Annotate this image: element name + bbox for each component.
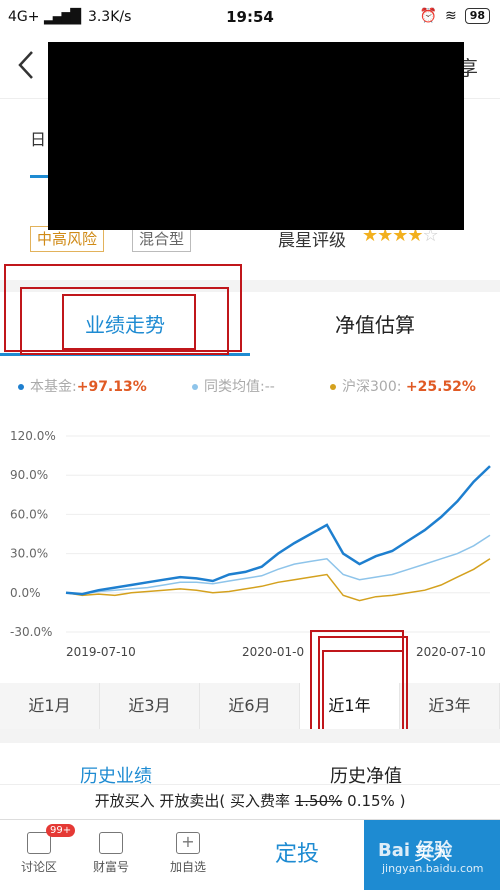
legend-dot-icon bbox=[18, 384, 24, 390]
top-tab-partial[interactable]: 日 bbox=[30, 126, 46, 150]
x-tick-label: 2019-07-10 bbox=[66, 645, 136, 659]
performance-chart: 120.0% 90.0% 60.0% 30.0% 0.0% -30.0% 2019-07-1… bbox=[10, 429, 491, 659]
tab-history-performance[interactable]: 历史业绩 bbox=[80, 762, 152, 784]
period-tab[interactable]: 近3月 bbox=[100, 683, 200, 729]
legend-item-fund: 本基金:+97.13% bbox=[18, 376, 147, 396]
period-tab[interactable]: 近3年 bbox=[400, 683, 500, 729]
auto-invest-button[interactable]: 定投 bbox=[230, 820, 364, 890]
legend-item-csi300: 沪深300: +25.52% bbox=[330, 376, 476, 396]
y-tick-label: 60.0% bbox=[10, 507, 48, 521]
trade-status-bar: 开放买入 开放卖出( 买入费率 1.50% 0.15% ) bbox=[0, 784, 500, 819]
x-tick-label: 2020-01-0 bbox=[242, 645, 304, 659]
legend-dot-icon bbox=[330, 384, 336, 390]
tab-history-nav[interactable]: 历史净值 bbox=[330, 762, 402, 784]
status-icons: ⏰ ≋ 98 bbox=[420, 8, 490, 24]
redacted-area bbox=[48, 42, 464, 230]
y-tick-label: 90.0% bbox=[10, 468, 48, 482]
battery-icon: 98 bbox=[464, 8, 490, 24]
x-tick-label: 2020-07-10 bbox=[416, 645, 486, 659]
back-icon[interactable] bbox=[16, 48, 46, 82]
add-favorite-button[interactable]: + 加自选 bbox=[150, 820, 226, 890]
top-tab-indicator bbox=[30, 175, 50, 178]
watermark-brand: Bai 经验 bbox=[378, 840, 453, 861]
old-fee-rate: 1.50% bbox=[294, 792, 343, 810]
section-divider bbox=[0, 729, 500, 743]
annotation-box bbox=[62, 294, 196, 350]
y-tick-label: 0.0% bbox=[10, 586, 41, 600]
plus-box-icon: + bbox=[176, 832, 200, 854]
alarm-icon: ⏰ bbox=[419, 8, 437, 24]
wifi-icon: ≋ bbox=[444, 8, 457, 24]
discuss-button[interactable]: 讨论区 99+ bbox=[8, 820, 76, 890]
chart-legend: 本基金:+97.13% 同类均值:-- 沪深300: +25.52% bbox=[0, 368, 500, 402]
series-line-本基金 bbox=[65, 465, 491, 596]
period-tab[interactable]: 近6月 bbox=[200, 683, 300, 729]
y-tick-label: 30.0% bbox=[10, 547, 48, 561]
legend-dot-icon bbox=[192, 384, 198, 390]
period-selector: 近1月 近3月 近6月 近1年 近3年 bbox=[0, 683, 500, 729]
annotation-box bbox=[322, 650, 404, 740]
wealth-button[interactable]: 财富号 bbox=[76, 820, 146, 890]
watermark-url: jingyan.baidu.com bbox=[382, 862, 484, 875]
legend-item-peer: 同类均值:-- bbox=[192, 376, 275, 396]
tab-nav-estimate[interactable]: 净值估算 bbox=[250, 294, 500, 356]
period-tab[interactable]: 近1月 bbox=[0, 683, 100, 729]
y-tick-label: -30.0% bbox=[10, 625, 52, 639]
notification-badge: 99+ bbox=[46, 824, 76, 837]
y-tick-label: 120.0% bbox=[10, 429, 56, 443]
store-icon bbox=[99, 832, 123, 854]
series-line-沪深300 bbox=[65, 558, 491, 602]
status-bar: 4G+ ▂▄▆█ 3.3K/s 19:54 ⏰ ≋ 98 bbox=[0, 0, 500, 34]
